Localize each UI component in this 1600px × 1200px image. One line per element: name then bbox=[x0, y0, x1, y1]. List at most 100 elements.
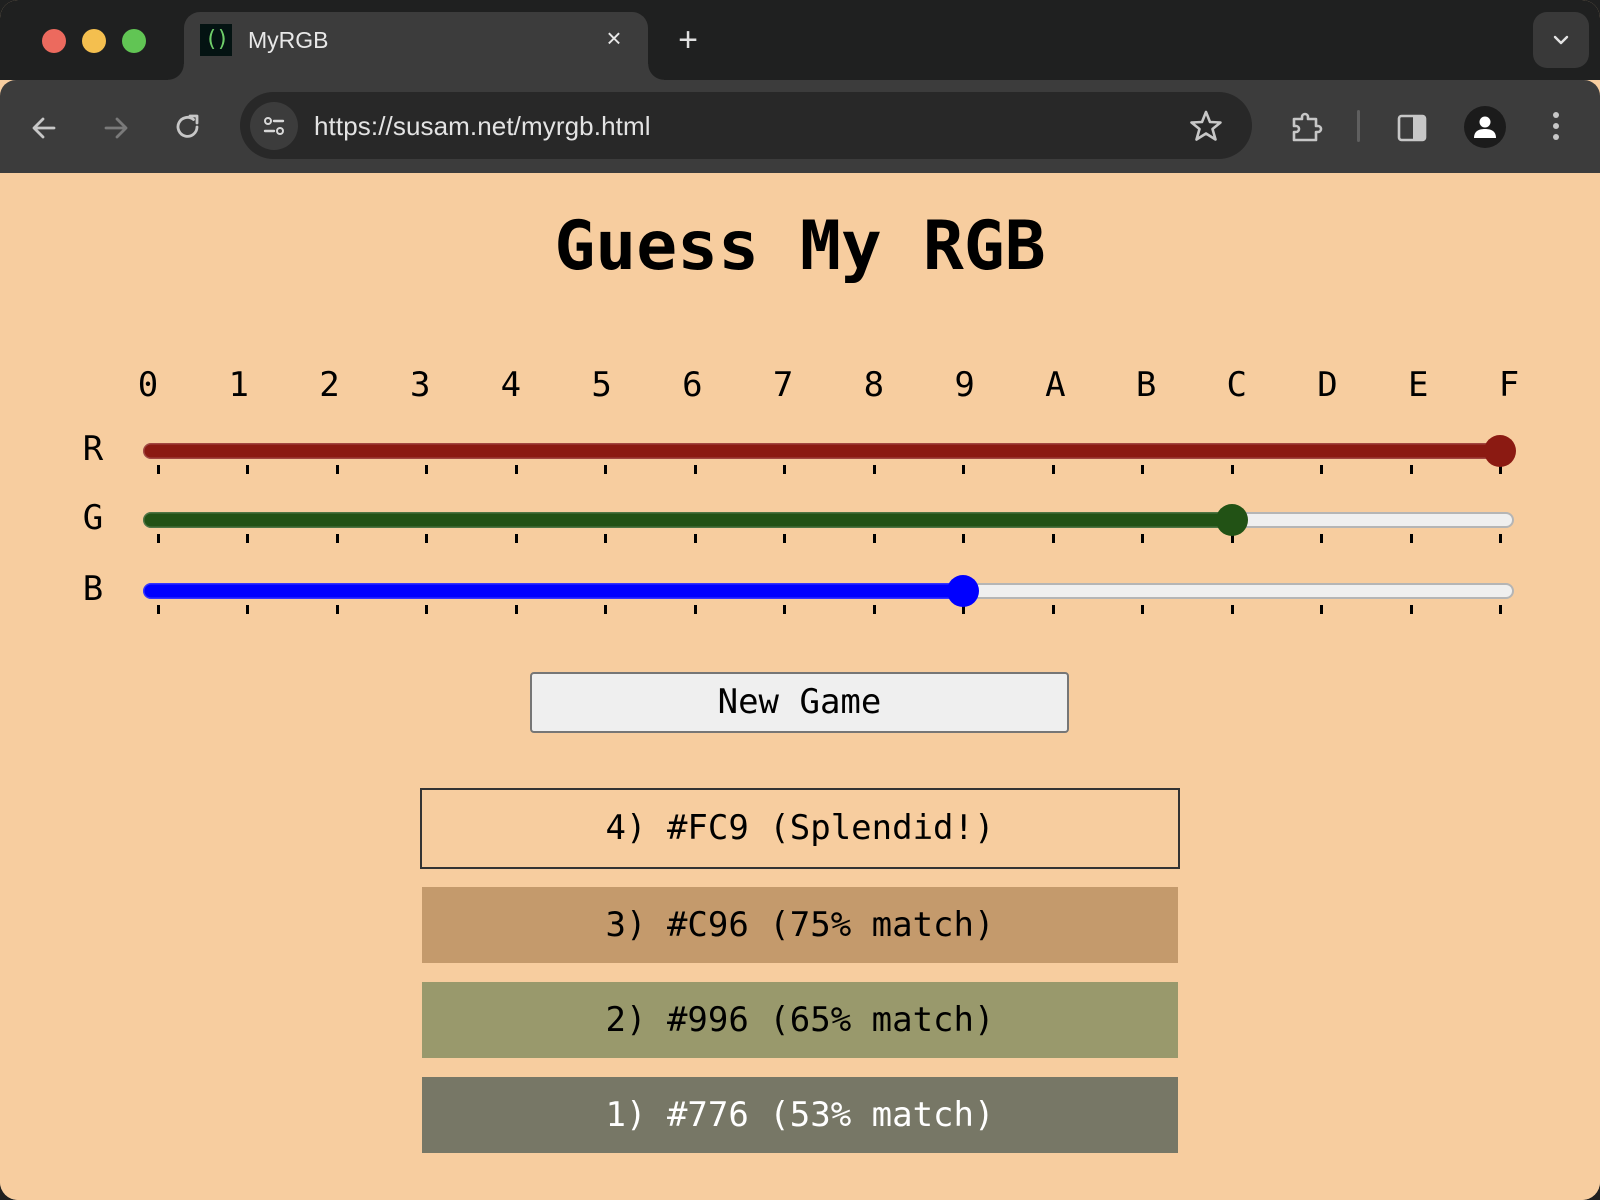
toolbar: https://susam.net/myrgb.html bbox=[0, 80, 1600, 173]
slider-tick bbox=[783, 605, 787, 614]
slider-tick bbox=[1141, 465, 1145, 474]
slider-tick bbox=[1409, 465, 1413, 474]
close-window-button[interactable] bbox=[42, 29, 66, 53]
hex-label: 7 bbox=[772, 365, 794, 405]
maximize-window-button[interactable] bbox=[122, 29, 146, 53]
slider-tick bbox=[962, 465, 966, 474]
slider-tick bbox=[693, 605, 697, 614]
hex-label: 4 bbox=[500, 365, 522, 405]
toolbar-divider bbox=[1357, 110, 1360, 142]
tune-icon bbox=[263, 117, 285, 135]
profile-button[interactable] bbox=[1464, 106, 1506, 148]
channel-label-g: G bbox=[82, 498, 104, 538]
site-info-button[interactable] bbox=[250, 102, 298, 150]
browser-menu-button[interactable] bbox=[1540, 108, 1572, 144]
slider-tick bbox=[604, 534, 608, 543]
avatar-icon bbox=[1474, 116, 1496, 138]
chevron-down-icon bbox=[1553, 35, 1569, 45]
slider-tick bbox=[425, 534, 429, 543]
slider-fill bbox=[143, 443, 1504, 459]
slider-tick bbox=[514, 465, 518, 474]
hex-label: 2 bbox=[319, 365, 340, 405]
bookmark-button[interactable] bbox=[1188, 108, 1224, 144]
slider-tick bbox=[1499, 605, 1502, 614]
hex-label: 5 bbox=[591, 365, 612, 405]
more-vertical-icon bbox=[1553, 112, 1559, 140]
channel-label-b: B bbox=[82, 569, 104, 609]
slider-thumb-b[interactable] bbox=[947, 575, 980, 607]
slider-thumb-g[interactable] bbox=[1215, 504, 1248, 536]
slider-r[interactable] bbox=[143, 443, 1514, 459]
slider-tick bbox=[425, 605, 429, 614]
slider-tick bbox=[1320, 534, 1324, 543]
slider-tick bbox=[1230, 605, 1234, 614]
slider-tick bbox=[872, 534, 876, 543]
slider-tick bbox=[783, 534, 787, 543]
tab-title: MyRGB bbox=[248, 27, 329, 53]
slider-tick bbox=[1141, 605, 1145, 614]
tab-search-button[interactable] bbox=[1533, 12, 1589, 68]
slider-tick bbox=[783, 465, 787, 474]
slider-tick bbox=[514, 605, 518, 614]
slider-tick bbox=[604, 465, 608, 474]
hex-label: 3 bbox=[409, 365, 431, 405]
slider-tick bbox=[962, 534, 966, 543]
slider-tick bbox=[1051, 465, 1055, 474]
tab-strip: () MyRGB × + bbox=[0, 0, 1600, 80]
slider-tick bbox=[693, 534, 697, 543]
slider-tick bbox=[604, 605, 608, 614]
side-panel-icon bbox=[1397, 114, 1427, 142]
slider-fill bbox=[143, 583, 968, 599]
reload-icon bbox=[176, 114, 199, 138]
hex-label: A bbox=[1045, 365, 1066, 405]
slider-tick bbox=[1409, 534, 1413, 543]
slider-tick bbox=[872, 465, 876, 474]
hex-label: C bbox=[1226, 365, 1248, 405]
slider-tick bbox=[693, 465, 697, 474]
slider-tick bbox=[1051, 534, 1055, 543]
close-tab-button[interactable]: × bbox=[598, 22, 630, 54]
current-guess: 4) #FC9 (Splendid!) bbox=[420, 788, 1180, 869]
address-bar[interactable]: https://susam.net/myrgb.html bbox=[240, 92, 1252, 159]
slider-tick bbox=[246, 605, 250, 614]
slider-tick bbox=[157, 465, 160, 474]
hex-label: 6 bbox=[682, 365, 703, 405]
url-text[interactable]: https://susam.net/myrgb.html bbox=[314, 110, 651, 142]
arrow-right-icon bbox=[104, 117, 128, 139]
slider-tick bbox=[425, 465, 429, 474]
star-icon bbox=[1190, 110, 1222, 141]
slider-tick bbox=[157, 605, 160, 614]
puzzle-icon bbox=[1292, 112, 1323, 142]
favicon-icon: () bbox=[200, 24, 232, 56]
minimize-window-button[interactable] bbox=[82, 29, 106, 53]
slider-thumb-r[interactable] bbox=[1484, 435, 1516, 467]
slider-b[interactable] bbox=[143, 583, 1514, 599]
hex-label: E bbox=[1408, 365, 1429, 405]
hex-label: 9 bbox=[954, 365, 975, 405]
back-button[interactable] bbox=[26, 110, 62, 146]
slider-tick bbox=[1141, 534, 1145, 543]
hex-label: 1 bbox=[228, 365, 249, 405]
hex-label: 8 bbox=[863, 365, 885, 405]
side-panel-button[interactable] bbox=[1394, 110, 1430, 146]
hex-label: D bbox=[1317, 365, 1338, 405]
guess-item: 3) #C96 (75% match) bbox=[422, 887, 1178, 963]
reload-button[interactable] bbox=[170, 110, 206, 146]
hex-label: B bbox=[1135, 365, 1157, 405]
slider-tick bbox=[1051, 605, 1055, 614]
slider-tick bbox=[1409, 605, 1413, 614]
arrow-left-icon bbox=[32, 117, 56, 139]
tab-myrgb[interactable]: () MyRGB × bbox=[168, 12, 664, 80]
hex-label: 0 bbox=[137, 365, 159, 405]
new-game-button[interactable]: New Game bbox=[530, 672, 1069, 733]
slider-g[interactable] bbox=[143, 512, 1514, 528]
slider-tick bbox=[514, 534, 518, 543]
slider-tick bbox=[1230, 465, 1234, 474]
guess-item: 2) #996 (65% match) bbox=[422, 982, 1178, 1058]
slider-fill bbox=[143, 512, 1236, 528]
slider-tick bbox=[335, 605, 339, 614]
browser-window: () MyRGB × + https://susam.net/myrgb.htm… bbox=[0, 0, 1600, 1200]
forward-button[interactable] bbox=[98, 110, 134, 146]
new-tab-button[interactable]: + bbox=[672, 22, 704, 58]
extensions-button[interactable] bbox=[1288, 110, 1324, 146]
